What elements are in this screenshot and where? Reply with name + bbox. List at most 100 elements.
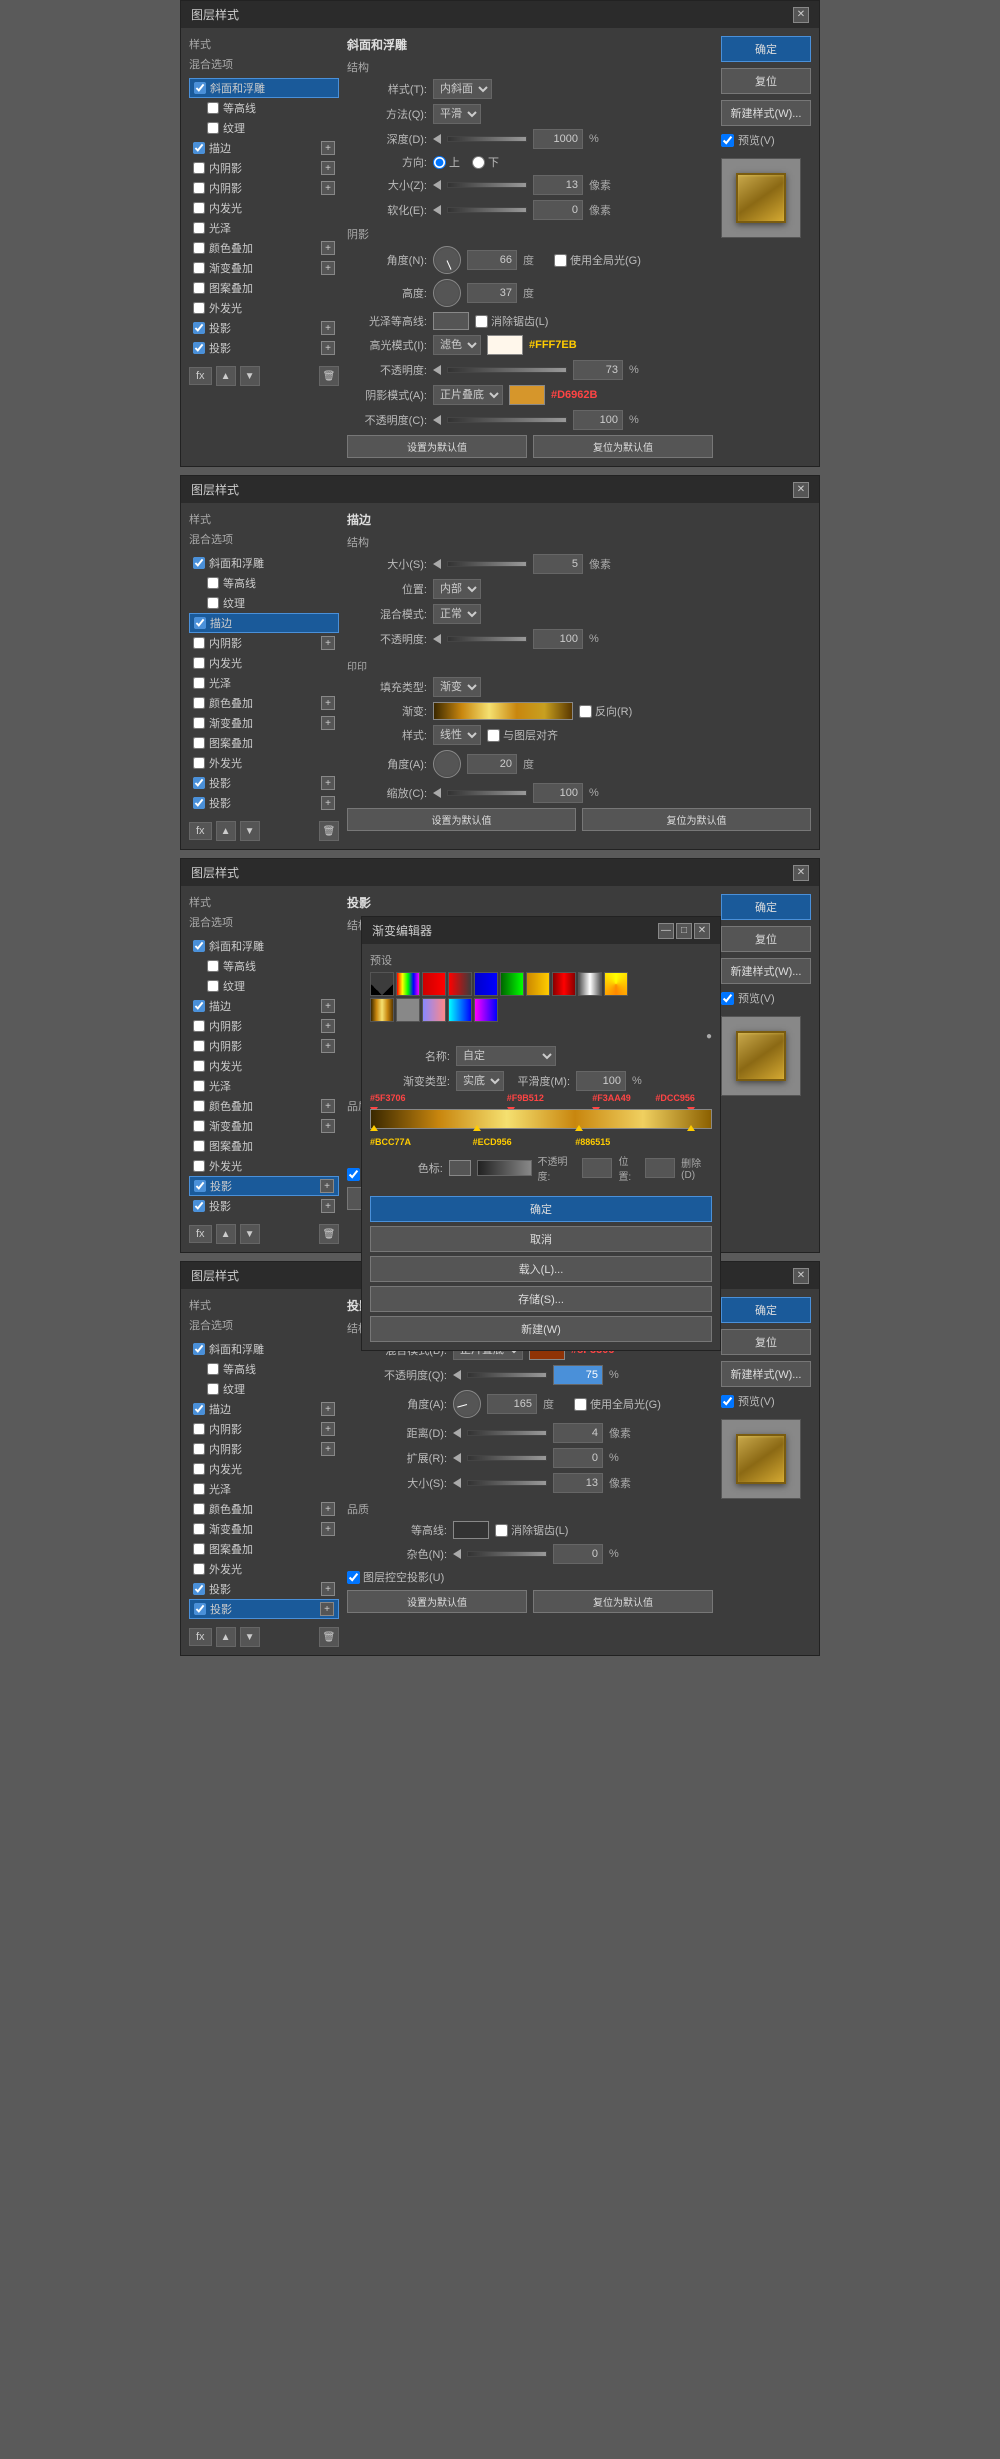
stroke-size-slider[interactable] (447, 561, 527, 567)
stroke-opacity-input[interactable] (533, 629, 583, 649)
preview-checkbox-3[interactable] (721, 992, 734, 1005)
preset-5[interactable] (474, 972, 498, 996)
is-cb-4[interactable] (193, 1423, 205, 1435)
inner-shadow-item-2[interactable]: 内阴影 + (189, 633, 339, 653)
color-ov-item-2[interactable]: 颜色叠加 + (189, 693, 339, 713)
ds-noise-slider-4[interactable] (467, 1551, 547, 1557)
po-cb-3[interactable] (193, 1140, 205, 1152)
ds1-cb-4[interactable] (193, 1583, 205, 1595)
contour-item-2[interactable]: 等高线 (203, 573, 339, 593)
drop-shadow2-item-3[interactable]: 投影 + (189, 1196, 339, 1216)
fx-trash-btn-4[interactable]: 🗑 (319, 1627, 339, 1647)
fx-down-btn-2[interactable]: ▼ (240, 821, 260, 841)
ds-distance-slider-4[interactable] (467, 1430, 547, 1436)
contour-cb-3[interactable] (207, 960, 219, 972)
style-item-contour[interactable]: 等高线 (203, 98, 339, 118)
gradient-cancel-btn[interactable]: 取消 (370, 1226, 712, 1252)
po-cb-4[interactable] (193, 1543, 205, 1555)
anti-alias-option[interactable]: 消除锯齿(L) (475, 313, 548, 329)
inner-glow-item-2[interactable]: 内发光 (189, 653, 339, 673)
ds2-cb-3[interactable] (193, 1200, 205, 1212)
preset-15[interactable] (474, 998, 498, 1022)
close-button-3[interactable]: ✕ (793, 865, 809, 881)
gradient-overlay-checkbox[interactable] (193, 262, 205, 274)
pattern-ov-item-4[interactable]: 图案叠加 (189, 1539, 339, 1559)
reset-default-btn-2[interactable]: 复位为默认值 (582, 808, 811, 831)
outer-glow-checkbox[interactable] (193, 302, 205, 314)
close-button-2[interactable]: ✕ (793, 482, 809, 498)
stroke-angle-input[interactable] (467, 754, 517, 774)
style-item-bevel[interactable]: 斜面和浮雕 (189, 78, 339, 98)
close-button-1[interactable]: ✕ (793, 7, 809, 23)
stroke-angle-wheel[interactable] (433, 750, 461, 778)
gloss-contour-preview[interactable] (433, 312, 469, 330)
ig-cb-3[interactable] (193, 1060, 205, 1072)
contour-item-3[interactable]: 等高线 (203, 956, 339, 976)
inner-shadow-add-btn[interactable]: + (321, 161, 335, 175)
ds1-cb-3[interactable] (194, 1180, 206, 1192)
shadow-opacity-slider[interactable] (447, 417, 567, 423)
color-stop-opacity-input[interactable] (582, 1158, 612, 1178)
altitude-input[interactable] (467, 283, 517, 303)
fx-down-btn-4[interactable]: ▼ (240, 1627, 260, 1647)
gradient-bar[interactable] (370, 1109, 712, 1129)
preset-2[interactable] (396, 972, 420, 996)
drop-shadow2-add-btn[interactable]: + (321, 341, 335, 355)
global-light-option[interactable]: 使用全局光(G) (554, 252, 641, 268)
ds-size-input-4[interactable] (553, 1473, 603, 1493)
style-item-stroke-1[interactable]: 描边 + (189, 138, 339, 158)
stroke-scale-input[interactable] (533, 783, 583, 803)
angle-input[interactable] (467, 250, 517, 270)
bevel-cb-3[interactable] (193, 940, 205, 952)
set-default-btn-1[interactable]: 设置为默认值 (347, 435, 527, 458)
drop-shadow1-item-3[interactable]: 投影 + (189, 1176, 339, 1196)
fx-down-btn-3[interactable]: ▼ (240, 1224, 260, 1244)
bevel-item-3[interactable]: 斜面和浮雕 (189, 936, 339, 956)
stroke-style-select[interactable]: 线性 (433, 725, 481, 745)
drop-shadow2-checkbox[interactable] (193, 342, 205, 354)
reset-default-btn-1[interactable]: 复位为默认值 (533, 435, 713, 458)
is2-cb-4[interactable] (193, 1443, 205, 1455)
stroke-gradient-swatch[interactable] (433, 702, 573, 720)
close-button-4[interactable]: ✕ (793, 1268, 809, 1284)
ds-size-slider-4[interactable] (467, 1480, 547, 1486)
og-cb-4[interactable] (193, 1563, 205, 1575)
highlight-color-swatch[interactable] (487, 335, 523, 355)
ok-btn-3[interactable]: 确定 (721, 894, 811, 920)
bevel-cb-4[interactable] (193, 1343, 205, 1355)
set-default-btn-2[interactable]: 设置为默认值 (347, 808, 576, 831)
pattern-overlay-checkbox[interactable] (193, 282, 205, 294)
texture-cb-2[interactable] (207, 597, 219, 609)
inner-shadow-item-3[interactable]: 内阴影 + (189, 1016, 339, 1036)
direction-up-option[interactable]: 上 (433, 154, 460, 170)
highlight-opacity-slider[interactable] (447, 367, 567, 373)
inner-shadow2-add-btn[interactable]: + (321, 181, 335, 195)
stroke-item-3[interactable]: 描边 + (189, 996, 339, 1016)
ig-cb-2[interactable] (193, 657, 205, 669)
drop-shadow2-item-4-active[interactable]: 投影 + (189, 1599, 339, 1619)
fx-trash-btn[interactable]: 🗑 (319, 366, 339, 386)
size-slider-track[interactable] (447, 182, 527, 188)
satin-item-4[interactable]: 光泽 (189, 1479, 339, 1499)
inner-shadow-checkbox[interactable] (193, 162, 205, 174)
ds-spread-input-4[interactable] (553, 1448, 603, 1468)
texture-cb-4[interactable] (207, 1383, 219, 1395)
gradient-editor-maximize[interactable]: □ (676, 923, 692, 939)
bevel-item-2[interactable]: 斜面和浮雕 (189, 553, 339, 573)
ds-layer-shadow-option-4[interactable]: 图层控空投影(U) (347, 1569, 444, 1585)
preset-7[interactable] (526, 972, 550, 996)
ds-noise-input-4[interactable] (553, 1544, 603, 1564)
satin-item-2[interactable]: 光泽 (189, 673, 339, 693)
drop-shadow1-item-4[interactable]: 投影 + (189, 1579, 339, 1599)
stroke-position-select[interactable]: 内部 (433, 579, 481, 599)
fx-up-btn-4[interactable]: ▲ (216, 1627, 236, 1647)
stroke-scale-slider[interactable] (447, 790, 527, 796)
new-style-btn-3[interactable]: 新建样式(W)... (721, 958, 811, 984)
preset-4[interactable] (448, 972, 472, 996)
preset-13[interactable] (422, 998, 446, 1022)
gradient-ok-btn[interactable]: 确定 (370, 1196, 712, 1222)
preview-checkbox-4[interactable] (721, 1395, 734, 1408)
inner-shadow-item-4[interactable]: 内阴影 + (189, 1419, 339, 1439)
inner-shadow2-item-4[interactable]: 内阴影 + (189, 1439, 339, 1459)
color-stop-position-input[interactable] (645, 1158, 675, 1178)
